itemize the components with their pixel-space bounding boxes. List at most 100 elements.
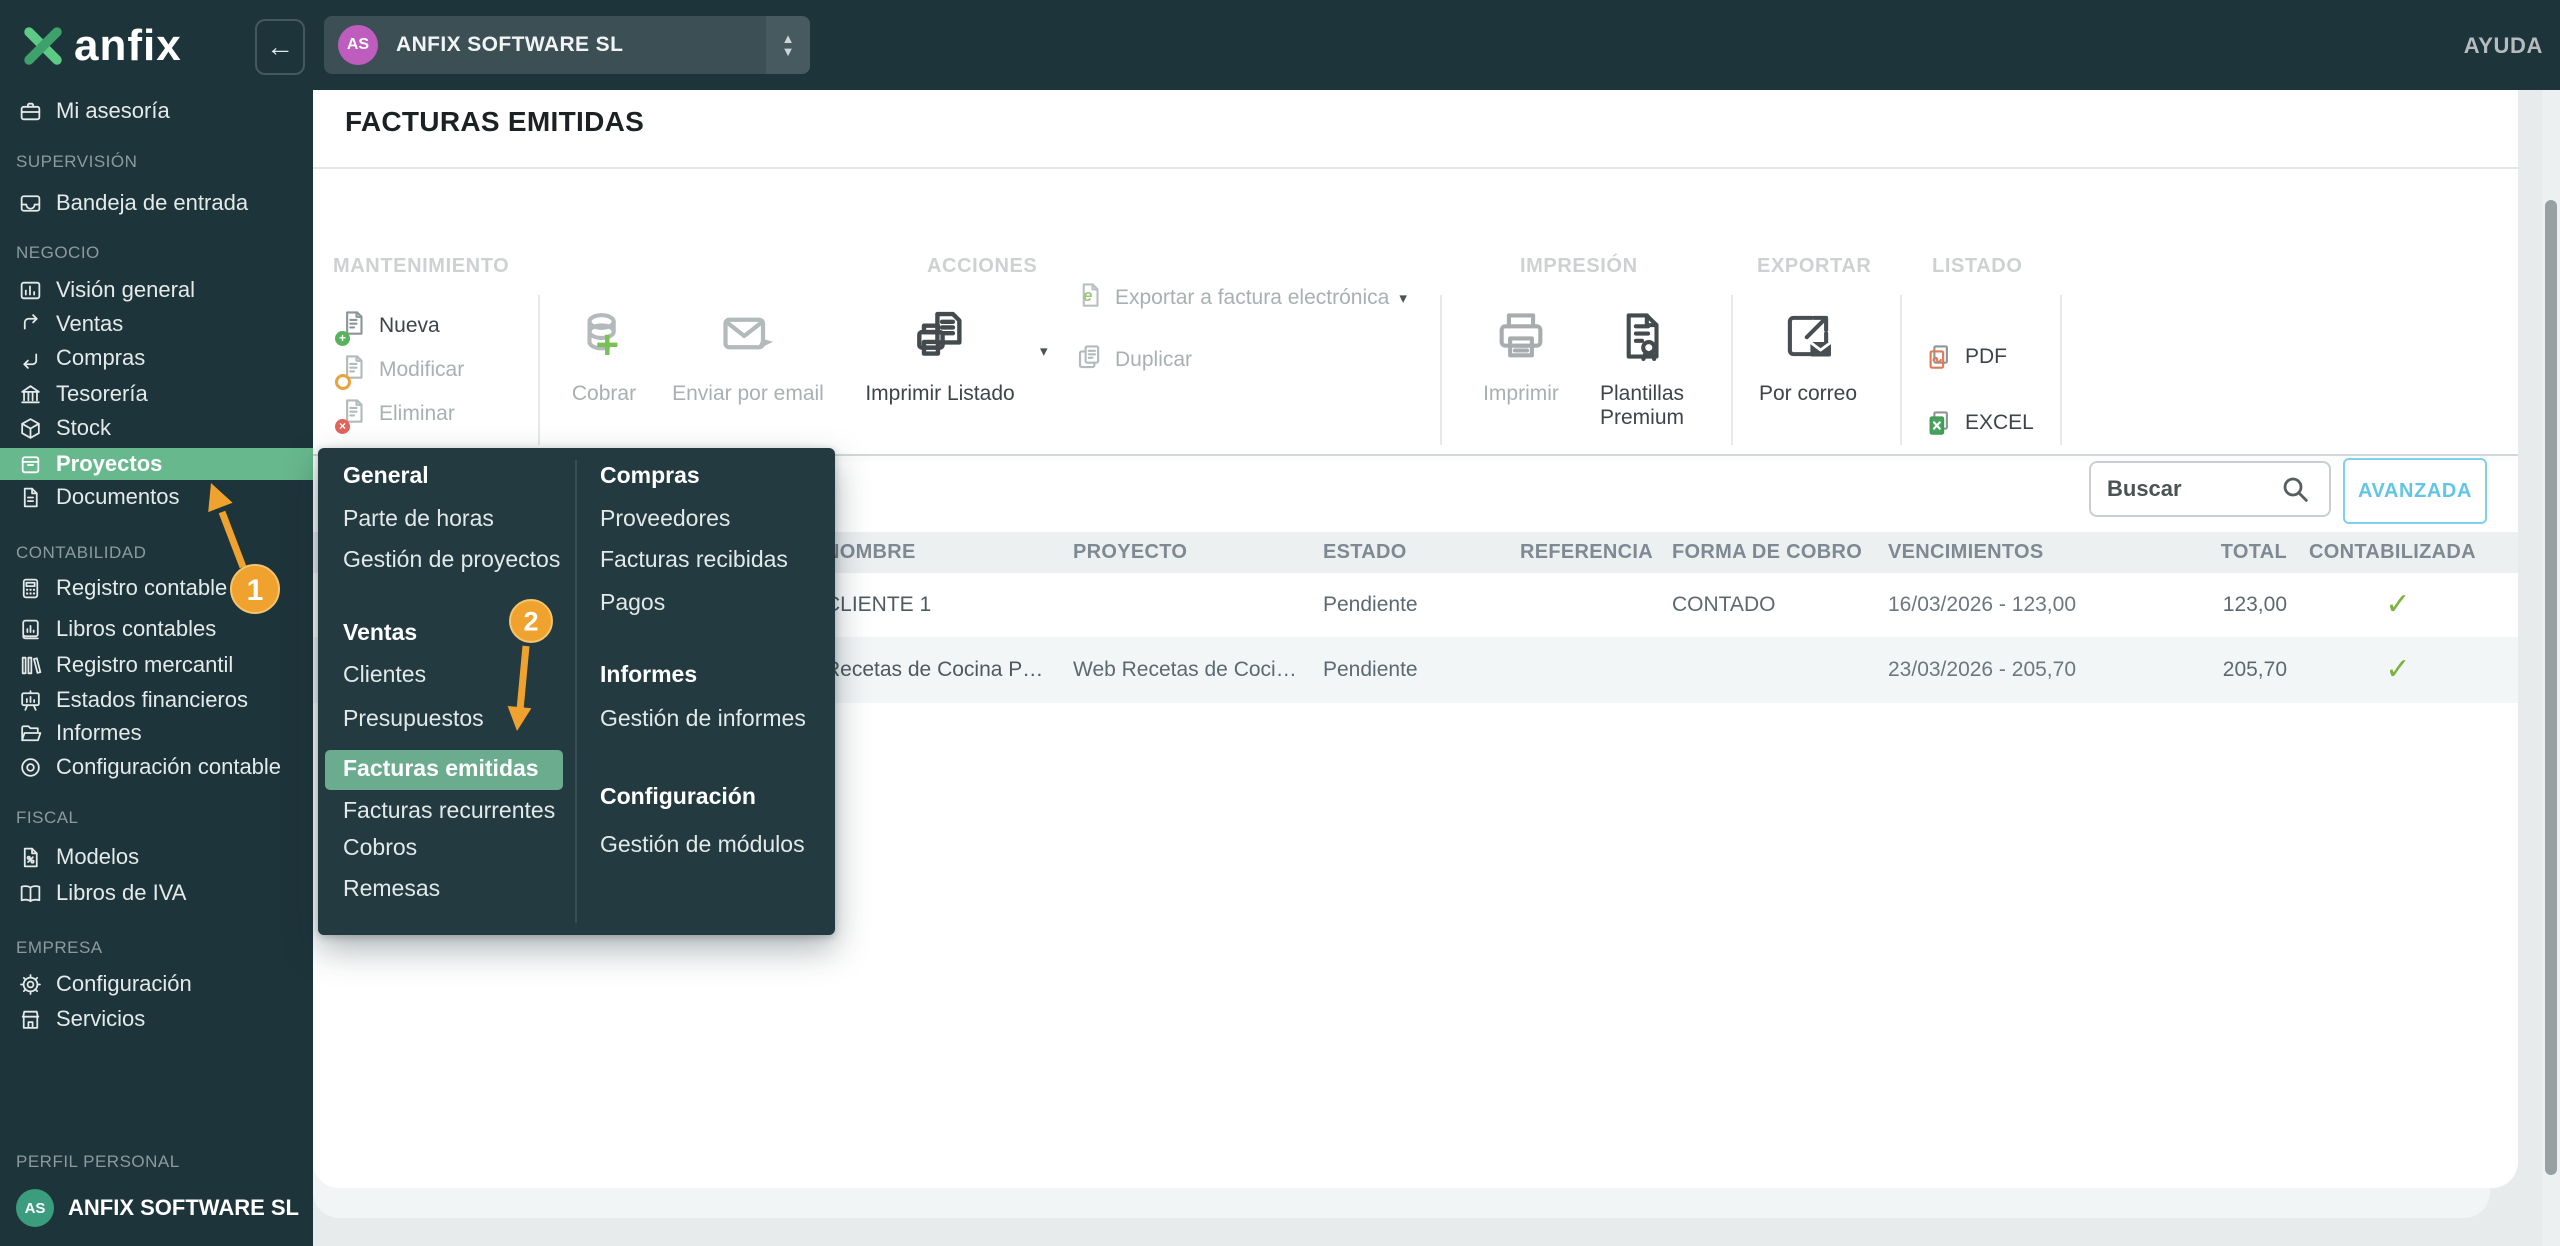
group-label-mantenimiento: MANTENIMIENTO	[333, 255, 510, 277]
check-icon: ✓	[2385, 588, 2411, 621]
exportar-factura-electronica-button[interactable]: e Exportar a factura electrónica ▾	[1075, 280, 1407, 316]
ledger-icon	[18, 617, 43, 642]
company-name: ANFIX SOFTWARE SL	[396, 33, 624, 56]
menu-item-clientes[interactable]: Clientes	[343, 661, 426, 688]
sidebar-item-label: Configuración contable	[56, 754, 282, 779]
column-header-referencia[interactable]: REFERENCIA	[1520, 532, 1653, 573]
new-document-icon: +	[335, 308, 369, 346]
sidebar-section-supervision: SUPERVISIÓN	[16, 152, 138, 171]
exportar-fe-label: Exportar a factura electrónica	[1115, 286, 1390, 309]
sidebar-item-proyectos[interactable]: Proyectos	[0, 448, 313, 480]
column-header-contabilizada[interactable]: CONTABILIZADA	[2309, 532, 2487, 573]
cobrar-label: Cobrar	[571, 382, 637, 405]
sidebar-item-ventas[interactable]: Ventas	[0, 307, 313, 341]
edit-document-icon	[335, 352, 369, 390]
help-link[interactable]: AYUDA	[2464, 33, 2543, 59]
briefcase-icon	[18, 99, 43, 124]
excel-button[interactable]: EXCEL	[1925, 408, 2034, 438]
sidebar-section-contabilidad: CONTABILIDAD	[16, 543, 147, 562]
title-divider	[313, 167, 2518, 169]
sidebar-item-libros-de-iva[interactable]: Libros de IVA	[0, 876, 313, 910]
menu-item-pagos[interactable]: Pagos	[600, 589, 665, 616]
sidebar-item-compras[interactable]: Compras	[0, 341, 313, 375]
search-icon[interactable]	[2279, 473, 2311, 505]
sidebar-profile[interactable]: AS ANFIX SOFTWARE SL	[0, 1186, 313, 1230]
sidebar-item-stock[interactable]: Stock	[0, 411, 313, 445]
package-icon	[18, 416, 43, 441]
plantillas-premium-button[interactable]: Plantillas Premium	[1567, 290, 1717, 430]
logo-text: anfix	[74, 21, 182, 70]
calculator-icon	[18, 576, 43, 601]
sidebar-item-servicios[interactable]: Servicios	[0, 1002, 313, 1036]
sidebar-item-informes[interactable]: Informes	[0, 716, 313, 750]
sidebar-item-configuracion-contable[interactable]: Configuración contable	[0, 750, 313, 784]
sidebar-item-bandeja-de-entrada[interactable]: Bandeja de entrada	[0, 186, 313, 220]
sidebar-item-documentos[interactable]: Documentos	[0, 480, 313, 514]
sidebar-item-registro-mercantil[interactable]: Registro mercantil	[0, 648, 313, 682]
menu-item-facturas-recurrentes[interactable]: Facturas recurrentes	[343, 797, 555, 824]
sidebar-item-vision-general[interactable]: Visión general	[0, 273, 313, 307]
sidebar-item-configuracion[interactable]: Configuración	[0, 967, 313, 1001]
column-header-total[interactable]: TOTAL	[2103, 532, 2287, 573]
sidebar-item-registro-contable[interactable]: Registro contable	[0, 571, 313, 605]
sidebar-item-modelos[interactable]: Modelos	[0, 840, 313, 874]
company-selector[interactable]: AS ANFIX SOFTWARE SL ▲ ▼	[324, 16, 810, 74]
menu-item-parte-de-horas[interactable]: Parte de horas	[343, 505, 494, 532]
sidebar-item-tesoreria[interactable]: Tesorería	[0, 377, 313, 411]
menu-item-proveedores[interactable]: Proveedores	[600, 505, 730, 532]
menu-item-facturas-recibidas[interactable]: Facturas recibidas	[600, 546, 788, 573]
nueva-button[interactable]: + Nueva	[335, 308, 440, 346]
menu-item-remesas[interactable]: Remesas	[343, 875, 440, 902]
pdf-button[interactable]: PDF	[1925, 342, 2007, 372]
sidebar-item-estados-financieros[interactable]: Estados financieros	[0, 683, 313, 717]
group-label-exportar: EXPORTAR	[1757, 255, 1872, 277]
imprimir-listado-caret-icon[interactable]: ▾	[1040, 342, 1048, 360]
e-invoice-icon: e	[1075, 280, 1105, 316]
column-header-vencimientos[interactable]: VENCIMIENTOS	[1888, 532, 2043, 573]
sidebar-item-libros-contables[interactable]: Libros contables	[0, 612, 313, 646]
plantillas-label-2: Premium	[1599, 406, 1684, 429]
menu-item-presupuestos[interactable]: Presupuestos	[343, 705, 484, 732]
target-icon	[18, 755, 43, 780]
folder-icon	[18, 721, 43, 746]
sidebar-section-negocio: NEGOCIO	[16, 243, 100, 262]
menu-item-gestion-de-proyectos[interactable]: Gestión de proyectos	[343, 546, 560, 573]
delete-document-icon: ×	[335, 396, 369, 434]
sidebar-item-label: Servicios	[56, 1006, 146, 1031]
inbox-icon	[18, 191, 43, 216]
column-header-forma-de-cobro[interactable]: FORMA DE COBRO	[1672, 532, 1862, 573]
advanced-search-button[interactable]: AVANZADA	[2343, 458, 2487, 524]
page-title: FACTURAS EMITIDAS	[345, 106, 645, 137]
sidebar-item-label: Modelos	[56, 844, 140, 869]
excel-icon	[1925, 408, 1955, 438]
top-bar: anfix ← AS ANFIX SOFTWARE SL ▲ ▼ AYUDA	[0, 0, 2560, 90]
cell-vencimientos: 23/03/2026 - 205,70	[1888, 658, 2076, 681]
imprimir-listado-label: Imprimir Listado	[865, 382, 1015, 405]
back-button[interactable]: ←	[255, 19, 305, 75]
por-correo-button[interactable]: Por correo	[1733, 290, 1883, 406]
menu-header-informes: Informes	[600, 661, 698, 687]
menu-item-facturas-emitidas[interactable]: Facturas emitidas	[325, 750, 563, 790]
menu-item-cobros[interactable]: Cobros	[343, 834, 417, 861]
sidebar-item-mi-asesoria[interactable]: Mi asesoría	[0, 94, 313, 128]
menu-item-gestion-de-modulos[interactable]: Gestión de módulos	[600, 831, 805, 858]
coins-icon: +	[575, 290, 633, 382]
cell-estado: Pendiente	[1323, 658, 1418, 681]
menu-item-label: Facturas emitidas	[343, 755, 539, 781]
duplicar-button[interactable]: Duplicar	[1075, 342, 1192, 378]
imprimir-listado-button[interactable]: Imprimir Listado	[820, 290, 1060, 406]
sidebar-item-label: Configuración	[56, 971, 192, 996]
document-percent-icon	[18, 845, 43, 870]
company-stepper[interactable]: ▲ ▼	[766, 16, 810, 74]
duplicar-label: Duplicar	[1115, 348, 1193, 371]
plantillas-label-1: Plantillas	[1599, 382, 1685, 405]
group-label-acciones: ACCIONES	[927, 255, 1038, 277]
menu-item-gestion-de-informes[interactable]: Gestión de informes	[600, 705, 806, 732]
column-header-proyecto[interactable]: PROYECTO	[1073, 532, 1187, 573]
menu-column-divider	[575, 460, 577, 923]
modificar-button[interactable]: Modificar	[335, 352, 464, 390]
column-header-estado[interactable]: ESTADO	[1323, 532, 1407, 573]
column-header-nombre[interactable]: NOMBRE	[825, 532, 916, 573]
eliminar-button[interactable]: × Eliminar	[335, 396, 455, 434]
vertical-scrollbar-thumb[interactable]	[2545, 200, 2557, 1175]
